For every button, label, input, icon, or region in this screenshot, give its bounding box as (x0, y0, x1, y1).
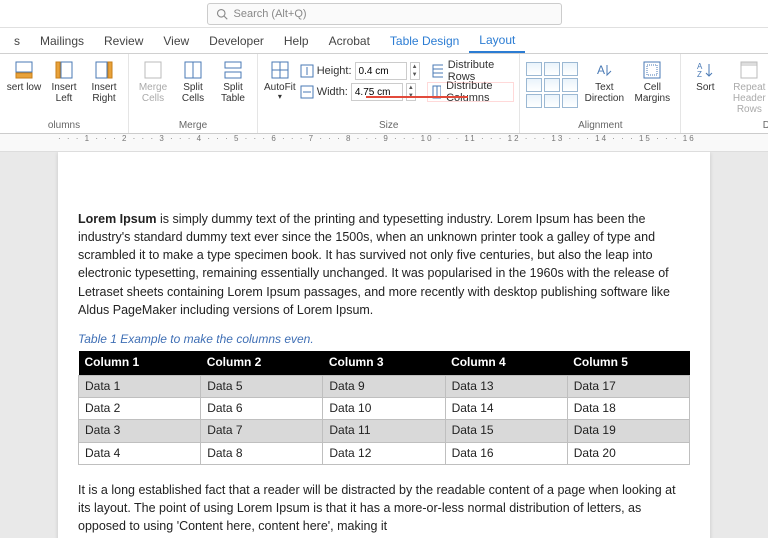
table-cell[interactable]: Data 1 (79, 375, 201, 397)
insert-below-icon (14, 60, 34, 80)
insert-left-icon (54, 60, 74, 80)
group-label-merge: Merge (135, 118, 251, 133)
cell-margins-button[interactable]: Cell Margins (630, 58, 674, 116)
table-header[interactable]: Column 1 (79, 351, 201, 375)
distribute-rows-button[interactable]: Distribute Rows (428, 62, 514, 80)
table-row[interactable]: Data 3Data 7Data 11Data 15Data 19 (79, 420, 690, 442)
svg-text:Z: Z (697, 70, 702, 79)
table-cell[interactable]: Data 16 (445, 442, 567, 464)
width-spinner[interactable]: ▲▼ (406, 83, 416, 101)
insert-right-icon (94, 60, 114, 80)
height-spinner[interactable]: ▲▼ (410, 62, 420, 80)
tab-help[interactable]: Help (274, 28, 319, 53)
split-table-button[interactable]: Split Table (215, 58, 251, 116)
autofit-icon (270, 60, 290, 80)
table-cell[interactable]: Data 5 (201, 375, 323, 397)
table-cell[interactable]: Data 14 (445, 397, 567, 419)
tab-developer[interactable]: Developer (199, 28, 274, 53)
split-cells-button[interactable]: Split Cells (175, 58, 211, 116)
table-cell[interactable]: Data 7 (201, 420, 323, 442)
table-cell[interactable]: Data 11 (323, 420, 445, 442)
search-box[interactable]: Search (Alt+Q) (207, 3, 562, 25)
alignment-grid[interactable] (526, 58, 578, 108)
table-caption[interactable]: Table 1 Example to make the columns even… (78, 331, 690, 348)
chevron-down-icon: ▾ (278, 93, 282, 102)
sort-icon: AZ (695, 60, 715, 80)
table-header[interactable]: Column 4 (445, 351, 567, 375)
table-cell[interactable]: Data 13 (445, 375, 567, 397)
ribbon: sert low Insert Left Insert Right olumns… (0, 54, 768, 134)
height-input[interactable] (355, 62, 407, 80)
group-label-alignment: Alignment (526, 118, 674, 133)
ribbon-tabs: s Mailings Review View Developer Help Ac… (0, 28, 768, 54)
table-row[interactable]: Data 1Data 5Data 9Data 13Data 17 (79, 375, 690, 397)
table-header[interactable]: Column 5 (567, 351, 689, 375)
svg-text:A: A (597, 63, 605, 77)
sample-table[interactable]: Column 1Column 2Column 3Column 4Column 5… (78, 351, 690, 465)
cell-margins-icon (642, 60, 662, 80)
autofit-button[interactable]: AutoFit▾ (264, 58, 296, 116)
tab-view[interactable]: View (153, 28, 199, 53)
sort-button[interactable]: AZSort (687, 58, 723, 116)
height-label: Height: (317, 65, 352, 77)
split-cells-icon (183, 60, 203, 80)
table-cell[interactable]: Data 17 (567, 375, 689, 397)
tab-mailings[interactable]: Mailings (30, 28, 94, 53)
table-cell[interactable]: Data 8 (201, 442, 323, 464)
tab-layout[interactable]: Layout (469, 28, 525, 53)
width-label: Width: (317, 86, 348, 98)
table-cell[interactable]: Data 18 (567, 397, 689, 419)
tab-table-design[interactable]: Table Design (380, 28, 469, 53)
table-cell[interactable]: Data 3 (79, 420, 201, 442)
table-header[interactable]: Column 3 (323, 351, 445, 375)
insert-below-button[interactable]: sert low (6, 58, 42, 116)
table-cell[interactable]: Data 15 (445, 420, 567, 442)
table-cell[interactable]: Data 2 (79, 397, 201, 419)
repeat-header-icon (739, 60, 759, 80)
distribute-columns-button[interactable]: Distribute Columns (428, 83, 514, 101)
table-cell[interactable]: Data 12 (323, 442, 445, 464)
merge-cells-icon (143, 60, 163, 80)
table-row[interactable]: Data 4Data 8Data 12Data 16Data 20 (79, 442, 690, 464)
paragraph-1[interactable]: Lorem Ipsum is simply dummy text of the … (78, 210, 690, 319)
repeat-header-rows-button[interactable]: Repeat Header Rows (727, 58, 768, 116)
table-row[interactable]: Data 2Data 6Data 10Data 14Data 18 (79, 397, 690, 419)
height-icon (300, 64, 314, 78)
tab-acrobat[interactable]: Acrobat (319, 28, 380, 53)
distribute-rows-icon (432, 64, 443, 78)
group-label-columns: olumns (6, 118, 122, 133)
width-input[interactable] (351, 83, 403, 101)
tab-review[interactable]: Review (94, 28, 153, 53)
table-cell[interactable]: Data 20 (567, 442, 689, 464)
search-icon (216, 8, 228, 20)
insert-left-button[interactable]: Insert Left (46, 58, 82, 116)
table-cell[interactable]: Data 9 (323, 375, 445, 397)
table-cell[interactable]: Data 6 (201, 397, 323, 419)
paragraph-2[interactable]: It is a long established fact that a rea… (78, 481, 690, 535)
split-table-icon (223, 60, 243, 80)
text-direction-icon: A (594, 60, 614, 80)
table-header[interactable]: Column 2 (201, 351, 323, 375)
tab-partial[interactable]: s (4, 28, 30, 53)
text-direction-button[interactable]: AText Direction (582, 58, 626, 116)
search-placeholder: Search (Alt+Q) (234, 8, 307, 20)
table-cell[interactable]: Data 4 (79, 442, 201, 464)
width-icon (300, 85, 314, 99)
annotation-underline (366, 96, 468, 98)
merge-cells-button[interactable]: Merge Cells (135, 58, 171, 116)
group-label-cellsize: Size (264, 118, 513, 133)
horizontal-ruler[interactable]: · · · 1 · · · 2 · · · 3 · · · 4 · · · 5 … (0, 134, 768, 152)
table-cell[interactable]: Data 10 (323, 397, 445, 419)
insert-right-button[interactable]: Insert Right (86, 58, 122, 116)
table-cell[interactable]: Data 19 (567, 420, 689, 442)
group-label-data: Data (687, 118, 768, 133)
document-page[interactable]: Lorem Ipsum is simply dummy text of the … (58, 152, 710, 538)
